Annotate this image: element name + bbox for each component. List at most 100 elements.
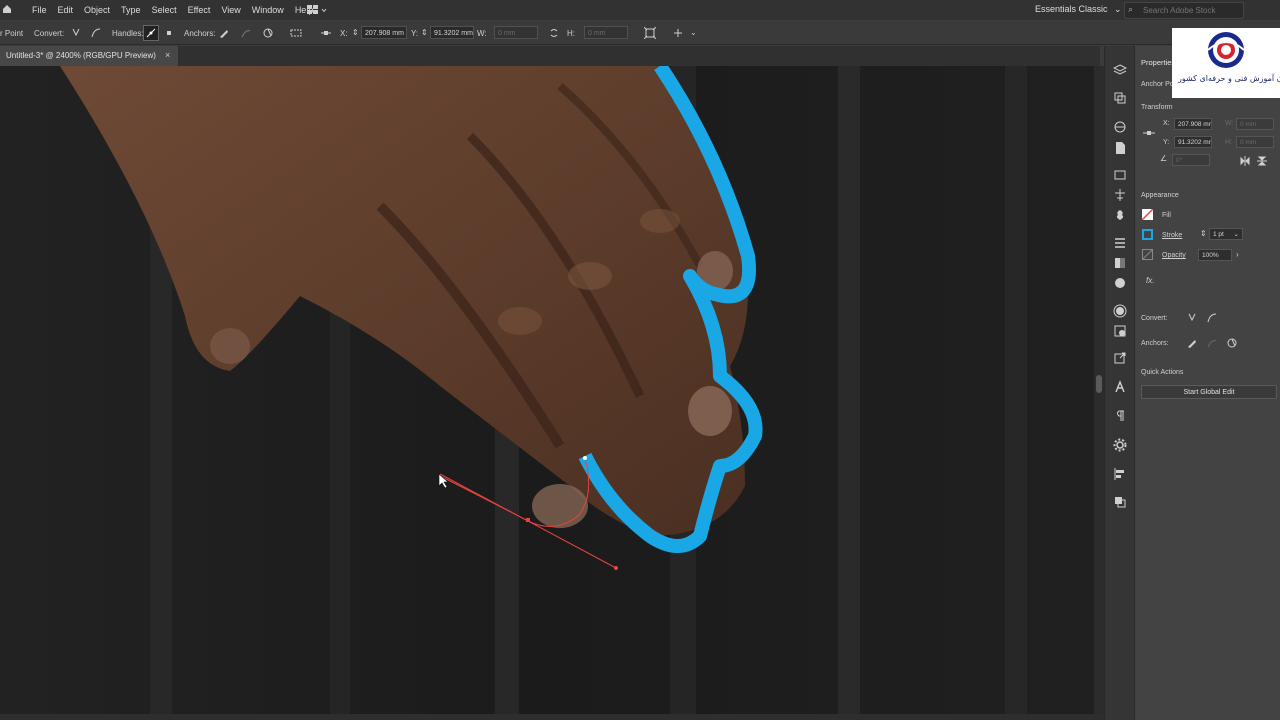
reference-point-icon[interactable]: [1142, 128, 1156, 138]
prop-connect-anchors-icon[interactable]: [1206, 337, 1218, 349]
width-field[interactable]: 0 mm: [494, 26, 538, 39]
properties-title[interactable]: Properties: [1141, 58, 1175, 67]
prop-x-label: X:: [1163, 120, 1170, 127]
scrollbar-thumb[interactable]: [1096, 375, 1102, 393]
anchor-point-label: Anchor Po: [1141, 81, 1174, 88]
flip-horizontal-icon[interactable]: [1240, 156, 1250, 166]
y-stepper-icon[interactable]: ⇕: [421, 28, 428, 37]
document-info-icon[interactable]: [1113, 141, 1127, 155]
prop-y-field[interactable]: 91.3202 mr: [1174, 136, 1212, 148]
menu-effect[interactable]: Effect: [188, 5, 211, 15]
menu-view[interactable]: View: [221, 5, 240, 15]
export-icon[interactable]: [1113, 351, 1127, 365]
artboard-canvas[interactable]: [0, 66, 1094, 714]
rotate-angle-field[interactable]: 0°: [1172, 154, 1210, 166]
connect-anchors-icon[interactable]: [240, 27, 252, 39]
direction-handle-point[interactable]: [614, 566, 618, 570]
x-stepper-icon[interactable]: ⇕: [352, 28, 359, 37]
constrain-proportions-icon[interactable]: [548, 27, 560, 39]
y-coordinate-field[interactable]: 91.3202 mm: [430, 26, 474, 39]
menu-object[interactable]: Object: [84, 5, 110, 15]
menu-type[interactable]: Type: [121, 5, 141, 15]
puppet-warp-icon[interactable]: [1113, 188, 1127, 202]
main-menu: File Edit Object Type Select Effect View…: [32, 0, 313, 20]
prop-remove-anchor-icon[interactable]: [1186, 337, 1198, 349]
menu-window[interactable]: Window: [252, 5, 284, 15]
fill-none-swatch[interactable]: [1141, 208, 1154, 221]
pathfinder-icon[interactable]: [1113, 495, 1127, 509]
prop-w-field[interactable]: 0 mm: [1236, 118, 1274, 130]
menu-bar: File Edit Object Type Select Effect View…: [0, 0, 1280, 20]
opacity-icon: [1142, 249, 1153, 260]
stroke-label[interactable]: Stroke: [1162, 232, 1182, 239]
path-endpoint[interactable]: [583, 456, 587, 460]
start-global-edit-button[interactable]: Start Global Edit: [1141, 385, 1277, 399]
home-icon[interactable]: [2, 4, 12, 14]
remove-anchor-icon[interactable]: [218, 27, 230, 39]
stroke-weight-field[interactable]: 1 pt ⌄: [1209, 228, 1243, 240]
prop-convert-smooth-icon[interactable]: [1206, 312, 1218, 324]
prop-anchors-label: Anchors:: [1141, 340, 1169, 347]
gradient-icon[interactable]: [1113, 256, 1127, 270]
gear-icon[interactable]: [1113, 438, 1127, 452]
layers-icon[interactable]: [1113, 63, 1127, 77]
stroke-color-swatch[interactable]: [1142, 229, 1153, 240]
prop-x-field[interactable]: 207.908 mr: [1174, 118, 1212, 130]
anchor-point-icon[interactable]: [320, 27, 332, 39]
transparency-icon[interactable]: [1113, 276, 1127, 290]
effects-fx-button[interactable]: fx.: [1146, 276, 1154, 285]
transform-icon[interactable]: [644, 27, 656, 39]
align-to-icon[interactable]: [290, 27, 302, 39]
transform-section-label: Transform: [1141, 104, 1173, 111]
menu-lines-icon[interactable]: [1113, 236, 1127, 250]
libraries-icon[interactable]: [1113, 120, 1127, 134]
stroke-stepper-icon[interactable]: ⇕: [1200, 229, 1207, 238]
menu-edit[interactable]: Edit: [58, 5, 74, 15]
document-tab[interactable]: Untitled-3* @ 2400% (RGB/GPU Preview) ×: [0, 46, 178, 66]
workspace-switcher[interactable]: Essentials Classic ⌄: [1035, 4, 1122, 15]
prop-cut-path-icon[interactable]: [1226, 337, 1238, 349]
chevron-down-icon: ⌄: [1114, 4, 1122, 14]
prop-h-label: H:: [1225, 139, 1232, 146]
isolate-icon[interactable]: [672, 27, 684, 39]
stock-search[interactable]: ⌕: [1124, 2, 1244, 19]
graphic-styles-icon[interactable]: [1113, 324, 1127, 338]
anchor-point[interactable]: [526, 518, 530, 522]
x-coordinate-field[interactable]: 207.908 mm: [361, 26, 407, 39]
cut-path-icon[interactable]: [262, 27, 274, 39]
height-field[interactable]: 0 mm: [584, 26, 628, 39]
show-handles-icon[interactable]: [143, 25, 159, 41]
align-icon[interactable]: [1113, 467, 1127, 481]
paragraph-icon[interactable]: [1113, 409, 1127, 423]
prop-h-field[interactable]: 0 mm: [1236, 136, 1274, 148]
flip-vertical-icon[interactable]: [1257, 156, 1267, 166]
appearance-icon[interactable]: [1113, 304, 1127, 318]
document-tab-title: Untitled-3* @ 2400% (RGB/GPU Preview): [6, 51, 156, 60]
arrange-documents-icon[interactable]: [306, 4, 328, 16]
close-icon[interactable]: ×: [165, 50, 170, 60]
image-trace-icon[interactable]: [1113, 168, 1127, 182]
menu-file[interactable]: File: [32, 5, 47, 15]
search-input[interactable]: [1143, 4, 1239, 16]
character-icon[interactable]: [1113, 380, 1127, 394]
w-label: W:: [477, 29, 487, 38]
convert-corner-icon[interactable]: [70, 27, 82, 39]
chevron-right-icon[interactable]: ›: [1236, 250, 1239, 259]
convert-smooth-icon[interactable]: [90, 27, 102, 39]
menu-select[interactable]: Select: [152, 5, 177, 15]
opacity-field[interactable]: 100%: [1198, 249, 1232, 261]
prop-y-label: Y:: [1163, 139, 1170, 146]
prop-convert-label: Convert:: [1141, 315, 1168, 322]
fill-label: Fill: [1162, 212, 1171, 219]
y-label: Y:: [411, 29, 419, 38]
symbols-icon[interactable]: [1113, 208, 1127, 222]
hide-handles-icon[interactable]: [163, 27, 175, 39]
appearance-section-label: Appearance: [1141, 192, 1179, 199]
panel-menu-icon[interactable]: ⌄: [690, 28, 697, 37]
prop-w-label: W:: [1225, 120, 1234, 127]
status-bar: [0, 714, 1104, 720]
prop-convert-corner-icon[interactable]: [1186, 312, 1198, 324]
convert-label: Convert:: [34, 29, 65, 38]
artboards-icon[interactable]: [1113, 91, 1127, 105]
opacity-label[interactable]: Opacity: [1162, 252, 1186, 259]
